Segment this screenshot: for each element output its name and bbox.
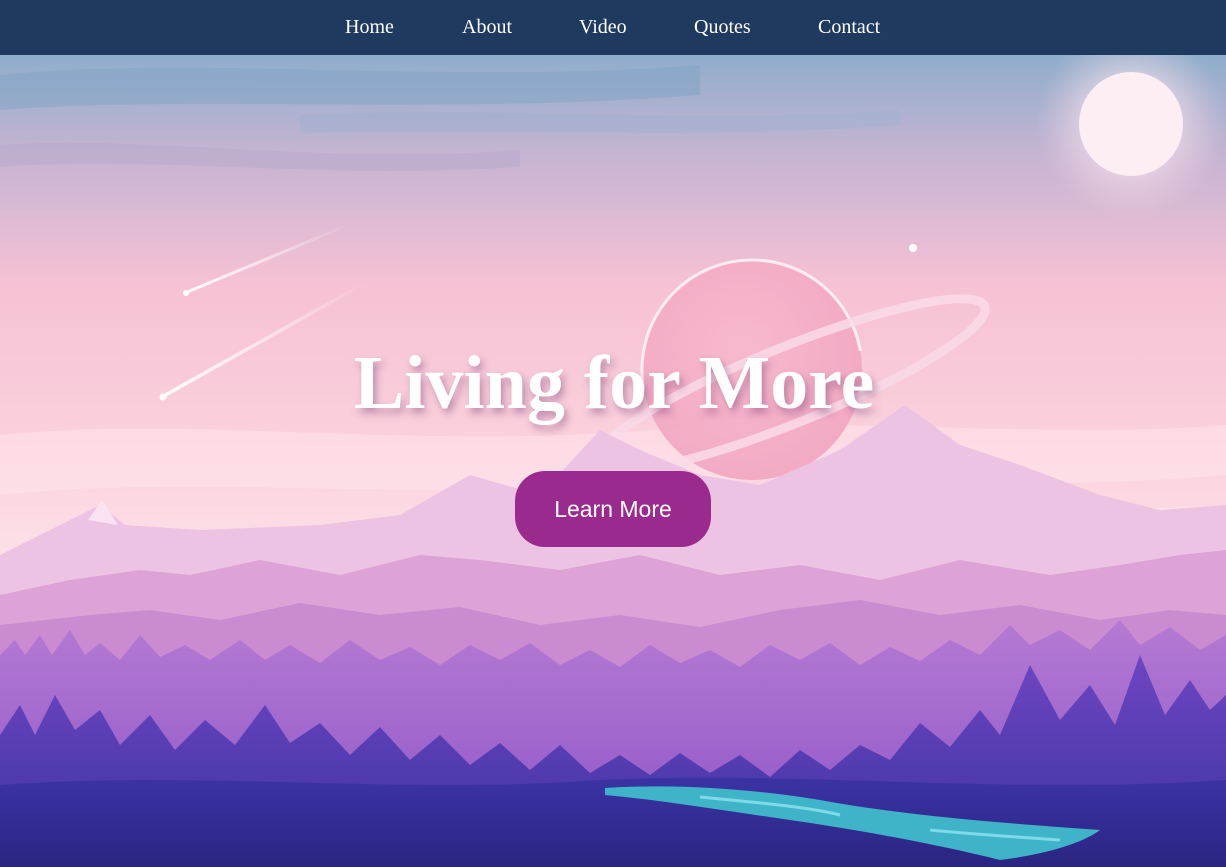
nav-link-about[interactable]: About [462, 15, 512, 39]
nav-link-quotes[interactable]: Quotes [694, 15, 751, 39]
hero-title: Living for More [353, 341, 875, 425]
hero-section: Living for More Learn More [0, 55, 1226, 867]
landing-page: Home About Video Quotes Contact Living f… [0, 0, 1226, 867]
hero-background-illustration [0, 55, 1226, 867]
nav-link-video[interactable]: Video [579, 15, 627, 39]
learn-more-button[interactable]: Learn More [515, 471, 711, 547]
nav-list: Home About Video Quotes Contact [0, 0, 1226, 55]
top-navbar: Home About Video Quotes Contact [0, 0, 1226, 55]
sun-icon [1079, 72, 1183, 176]
nav-link-contact[interactable]: Contact [818, 15, 880, 39]
nav-link-home[interactable]: Home [345, 15, 394, 39]
star-icon [909, 244, 917, 252]
